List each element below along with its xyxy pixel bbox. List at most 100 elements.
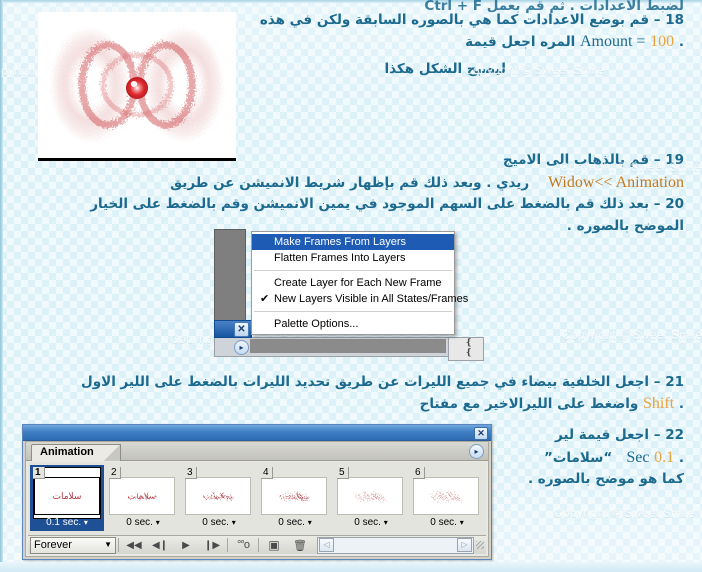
scroll-left-icon[interactable]: ◁ [319,538,334,552]
frame-thumbnail: سلامات [413,477,479,515]
frame-artwork: سلامات [186,478,250,514]
frame-artwork: سلامات [338,478,402,514]
frame-artwork: سلامات [262,478,326,514]
menu-path-text: Widow<< Animation [547,174,684,191]
frame-delay[interactable]: 0 sec. ▾ [412,517,482,528]
animation-frame[interactable]: 2 سلامات 0 sec. ▾ [106,465,180,531]
close-icon[interactable]: ✕ [474,427,488,440]
sec-unit-label: Sec [626,449,650,466]
menu-item-make-frames-from-layers[interactable]: Make Frames From Layers [252,234,454,250]
watermark-5: Copyright © Sweet Smile [562,328,702,342]
tutorial-step-19-line1: 19 – قم بالذهاب الى الاميج [502,152,684,168]
animation-tab-row: Animation ▸ [26,442,488,461]
tab-animation[interactable]: Animation [31,444,107,461]
menu-item-new-layers-visible-in-all-states-frames[interactable]: ✔ New Layers Visible in All States/Frame… [252,291,468,307]
frame-artwork: سلامات [35,478,99,514]
svg-text:سلامات: سلامات [53,492,82,502]
delete-frame-button[interactable]: 🗑 [287,537,313,553]
menu-item-flatten-frames-into-layers[interactable]: Flatten Frames Into Layers [252,250,454,266]
frame-delay-value: 0 sec. [126,517,153,528]
chevron-down-icon: ▼ [104,540,112,549]
amount-value: 100 [650,33,675,50]
svg-text:سلامات: سلامات [280,492,309,502]
tutorial-step-21-line2: . Shift واضغط على الليرالاخير مع مفتاح [420,393,684,415]
toolbar-separator-3 [258,538,259,552]
frame-thumbnail: سلامات [109,477,175,515]
menu-item-create-layer-for-each-new-frame[interactable]: Create Layer for Each New Frame [252,275,454,291]
tutorial-step-22-line1: 22 – اجعل قيمة لير [555,427,684,443]
select-first-frame-button[interactable]: ◀◀ [121,537,147,553]
select-next-frame-button[interactable]: ❙▶ [199,537,225,553]
palette-bottom-fill [250,339,446,353]
tween-frames-button[interactable]: °°o [230,537,256,553]
svg-text:سلامات: سلامات [432,492,461,502]
frame-delay-value: 0.1 sec. [46,517,82,528]
palette-right-strip: ❴ ❴ [448,337,484,361]
menu-item-palette-options[interactable]: Palette Options... [252,316,454,332]
frame-number: 2 [109,467,121,479]
frame-delay[interactable]: 0 sec. ▾ [336,517,406,528]
tutorial-step-18-line2: . Amount = 100 المره اجعل قيمة [465,31,684,53]
horizontal-scrollbar[interactable]: ◁ ▷ [317,536,474,554]
sec-value-label: 0.1 [654,449,675,466]
frame-delay-value: 0 sec. [430,517,457,528]
tutorial-step-18-line1: 18 – قم بوضع الاعدادات كما هي بالصوره ال… [259,12,684,28]
palette-menu-arrow-icon[interactable]: ▸ [469,444,484,459]
frame-delay[interactable]: 0 sec. ▾ [108,517,178,528]
menu-item-label: New Layers Visible in All States/Frames [274,293,469,305]
close-icon[interactable]: ✕ [234,322,249,337]
tutorial-step-20-line1: 20 – بعد ذلك قم بالضغط على السهم الموجود… [90,196,684,212]
animation-frame[interactable]: 1 سلامات 0.1 sec. ▾ [30,465,104,531]
frame-artwork: سلامات [110,478,174,514]
scroll-right-icon[interactable]: ▷ [457,538,472,552]
palette-menu-arrow-icon[interactable]: ▸ [234,340,249,355]
frame-delay[interactable]: 0.1 sec. ▾ [32,517,102,528]
loop-option-value: Forever [34,539,72,551]
palette-flyout-menu[interactable]: Make Frames From Layers Flatten Frames I… [251,231,468,335]
frame-delay[interactable]: 0 sec. ▾ [260,517,330,528]
menu-separator-1 [254,270,452,271]
tab-corner-shape [104,444,121,461]
animation-window-body: Animation ▸ 1 سلامات 0.1 sec. ▾ 2 سلامات 0 se… [25,441,489,557]
tutorial-result-note: ليصبح الشكل هكذا [384,61,507,77]
amount-label: Amount = [579,33,646,50]
tutorial-page: لضبط الاعدادات . ثم قم بعمل Ctrl + F 18 … [0,0,702,572]
frame-delay-value: 0 sec. [354,517,381,528]
duplicate-frame-button[interactable]: ▣ [261,537,287,553]
toolbar-separator-2 [227,538,228,552]
select-previous-frame-button[interactable]: ◀❙ [147,537,173,553]
red-scatter-artwork [38,12,236,158]
chevron-down-icon: ▾ [307,518,312,527]
play-animation-button[interactable]: ▶ [173,537,199,553]
animation-frame[interactable]: 4 سلامات 0 sec. ▾ [258,465,332,531]
animation-frames-strip[interactable]: 1 سلامات 0.1 sec. ▾ 2 سلامات 0 sec. ▾ 3 سلامات 0… [28,462,486,538]
image-underline [38,158,236,161]
page-bottom-edge [0,562,702,572]
menu-separator-2 [254,311,452,312]
frame-thumbnail: سلامات [337,477,403,515]
chevron-down-icon: ▾ [83,518,88,527]
chevron-down-icon: ▾ [231,518,236,527]
animation-frame[interactable]: 3 سلامات 0 sec. ▾ [182,465,256,531]
animation-frame[interactable]: 6 سلامات 0 sec. ▾ [410,465,484,531]
loop-option-select[interactable]: Forever ▼ [30,536,116,554]
layer-name-word: سلامات [552,450,604,466]
animation-window-titlebar[interactable]: ✕ [23,425,491,441]
step18-period: . [678,34,684,50]
animation-palette-window: ✕ Animation ▸ 1 سلامات 0.1 sec. ▾ 2 سلامات 0 … [22,424,492,560]
chevron-down-icon: ▾ [155,518,160,527]
frame-delay-value: 0 sec. [202,517,229,528]
step21-period: . [678,396,684,412]
svg-text:سلامات: سلامات [356,492,385,502]
frame-number: 1 [33,467,45,479]
svg-text:سلامات: سلامات [128,492,157,502]
chevron-down-icon: ▾ [459,518,464,527]
watermark-1: opyrigh [0,64,36,78]
tutorial-step-20-line2: الموضح بالصوره . [566,218,684,234]
frame-delay[interactable]: 0 sec. ▾ [184,517,254,528]
toolbar-separator-1 [118,538,119,552]
shift-key-label: Shift [643,395,675,412]
resize-grip[interactable] [476,541,484,549]
frame-number: 6 [413,467,425,479]
animation-frame[interactable]: 5 سلامات 0 sec. ▾ [334,465,408,531]
